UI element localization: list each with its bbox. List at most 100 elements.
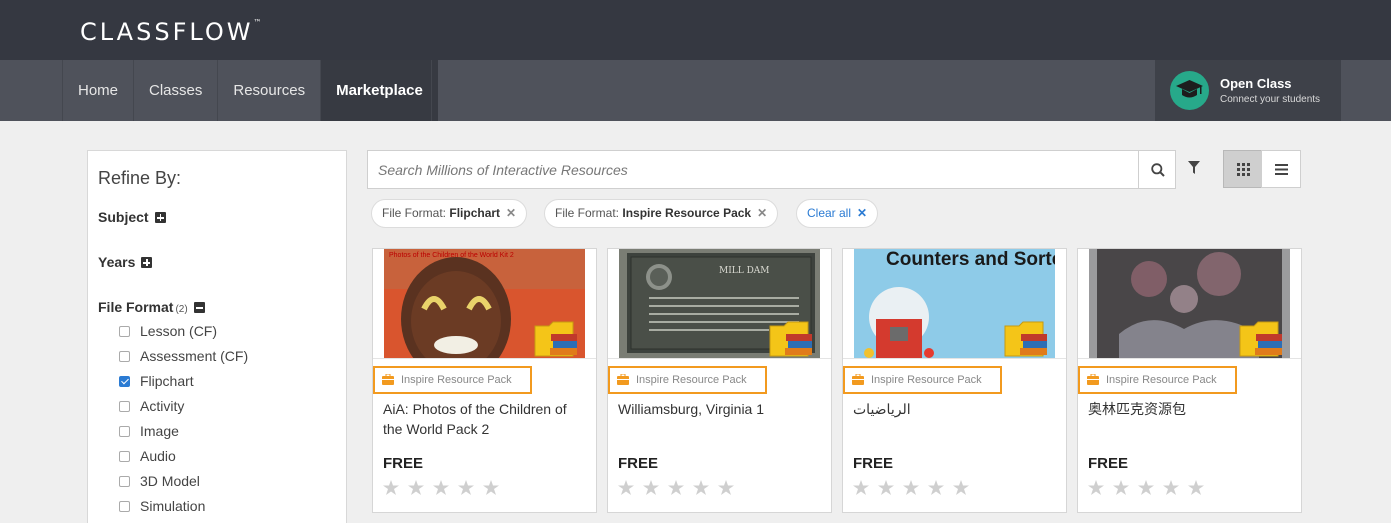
checkbox[interactable]: [119, 350, 130, 362]
facet-count: (2): [175, 304, 188, 315]
facet-subject[interactable]: Subject: [98, 209, 166, 225]
star-icon[interactable]: [618, 479, 643, 497]
star-icon[interactable]: [383, 479, 408, 497]
resource-title[interactable]: الرياضيات: [853, 399, 1058, 419]
facet-years-label: Years: [98, 254, 136, 270]
search-button[interactable]: [1138, 151, 1176, 188]
star-icon[interactable]: [643, 479, 668, 497]
option-label: Assessment (CF): [140, 348, 249, 364]
chip-value: Flipchart: [449, 206, 501, 220]
close-icon[interactable]: ✕: [506, 206, 516, 220]
option-simulation[interactable]: Simulation: [119, 496, 205, 516]
star-icon[interactable]: [668, 479, 693, 497]
resource-card[interactable]: Counters and Sorters Inspire Resource Pa…: [842, 248, 1067, 513]
resource-card[interactable]: MILL DAM Inspire Resource Pack Williamsb…: [607, 248, 832, 513]
list-view-button[interactable]: [1261, 150, 1301, 188]
classflow-logo[interactable]: CLASSFLOW™: [80, 18, 262, 46]
resource-type-badge: Inspire Resource Pack: [1078, 366, 1237, 394]
nav-home[interactable]: Home: [62, 60, 133, 121]
nav-resources[interactable]: Resources: [217, 60, 320, 121]
checkbox[interactable]: [119, 425, 130, 437]
star-icon[interactable]: [1138, 479, 1163, 497]
folder-books-icon: [534, 321, 577, 357]
rating-stars[interactable]: [618, 479, 743, 497]
star-icon[interactable]: [408, 479, 433, 497]
star-icon[interactable]: [928, 479, 953, 497]
resource-type-badge: Inspire Resource Pack: [608, 366, 767, 394]
thumbnail-caption: Photos of the Children of the World Kit …: [389, 252, 514, 259]
checkbox-checked[interactable]: [119, 375, 130, 387]
open-class-title: Open Class: [1220, 76, 1292, 91]
option-label: Simulation: [140, 498, 206, 514]
search-input[interactable]: [368, 151, 1138, 188]
option-audio[interactable]: Audio: [119, 446, 176, 466]
resource-thumbnail[interactable]: Photos of the Children of the World Kit …: [384, 249, 585, 358]
option-lesson-cf[interactable]: Lesson (CF): [119, 321, 217, 341]
star-icon[interactable]: [433, 479, 458, 497]
option-activity[interactable]: Activity: [119, 396, 184, 416]
grid-view-button[interactable]: [1223, 150, 1262, 188]
clear-all-chip[interactable]: Clear all ✕: [796, 199, 879, 228]
resource-thumbnail[interactable]: [1089, 249, 1290, 358]
option-3d-model[interactable]: 3D Model: [119, 471, 200, 491]
star-icon[interactable]: [903, 479, 928, 497]
close-icon[interactable]: ✕: [757, 206, 767, 220]
star-icon[interactable]: [483, 479, 508, 497]
option-flipchart[interactable]: Flipchart: [119, 371, 194, 391]
star-icon[interactable]: [853, 479, 878, 497]
filter-button[interactable]: [1188, 161, 1200, 180]
resource-title[interactable]: Williamsburg, Virginia 1: [618, 399, 823, 419]
star-icon[interactable]: [1163, 479, 1188, 497]
option-image[interactable]: Image: [119, 421, 179, 441]
facet-file-format[interactable]: File Format (2): [98, 299, 205, 315]
resource-price: FREE: [1088, 455, 1129, 472]
star-icon[interactable]: [693, 479, 718, 497]
star-icon[interactable]: [1088, 479, 1113, 497]
option-assessment-cf[interactable]: Assessment (CF): [119, 346, 248, 366]
search-bar: [367, 150, 1176, 189]
nav-classes[interactable]: Classes: [133, 60, 217, 121]
star-icon[interactable]: [953, 479, 978, 497]
star-icon[interactable]: [718, 479, 743, 497]
resource-card[interactable]: Inspire Resource Pack 奥林匹克资源包 FREE: [1077, 248, 1302, 513]
rating-stars[interactable]: [1088, 479, 1213, 497]
checkbox[interactable]: [119, 325, 130, 337]
resource-type-badge: Inspire Resource Pack: [373, 366, 532, 394]
folder-books-icon: [769, 321, 812, 357]
resource-price: FREE: [853, 455, 894, 472]
open-class-button[interactable]: Open Class Connect your students: [1155, 60, 1341, 121]
star-icon[interactable]: [1113, 479, 1138, 497]
nav-divider: [431, 60, 432, 121]
resource-thumbnail[interactable]: Counters and Sorters: [854, 249, 1055, 358]
star-icon[interactable]: [878, 479, 903, 497]
checkbox[interactable]: [119, 475, 130, 487]
rating-stars[interactable]: [853, 479, 978, 497]
card-divider: [843, 358, 1066, 359]
resource-thumbnail[interactable]: MILL DAM: [619, 249, 820, 358]
option-label: Image: [140, 423, 179, 439]
plus-icon[interactable]: [141, 257, 153, 268]
close-icon[interactable]: ✕: [857, 206, 867, 220]
chip-value: Inspire Resource Pack: [622, 206, 752, 220]
resource-title[interactable]: 奥林匹克资源包: [1088, 399, 1293, 419]
facet-years[interactable]: Years: [98, 254, 153, 270]
plus-icon[interactable]: [154, 212, 166, 223]
checkbox[interactable]: [119, 400, 130, 412]
briefcase-icon: [1087, 374, 1099, 385]
minus-icon[interactable]: [193, 302, 205, 313]
nav-marketplace[interactable]: Marketplace: [320, 60, 438, 121]
star-icon[interactable]: [1188, 479, 1213, 497]
briefcase-icon: [852, 374, 864, 385]
resource-title[interactable]: AiA: Photos of the Children of the World…: [383, 399, 588, 439]
folder-books-icon: [1004, 321, 1047, 357]
resource-card[interactable]: Photos of the Children of the World Kit …: [372, 248, 597, 513]
briefcase-icon: [617, 374, 629, 385]
checkbox[interactable]: [119, 450, 130, 462]
filter-icon: [1188, 161, 1200, 174]
clear-all-label: Clear all: [807, 206, 852, 220]
card-divider: [1078, 358, 1301, 359]
rating-stars[interactable]: [383, 479, 508, 497]
thumbnail-caption: MILL DAM: [719, 266, 770, 276]
star-icon[interactable]: [458, 479, 483, 497]
checkbox[interactable]: [119, 500, 130, 512]
